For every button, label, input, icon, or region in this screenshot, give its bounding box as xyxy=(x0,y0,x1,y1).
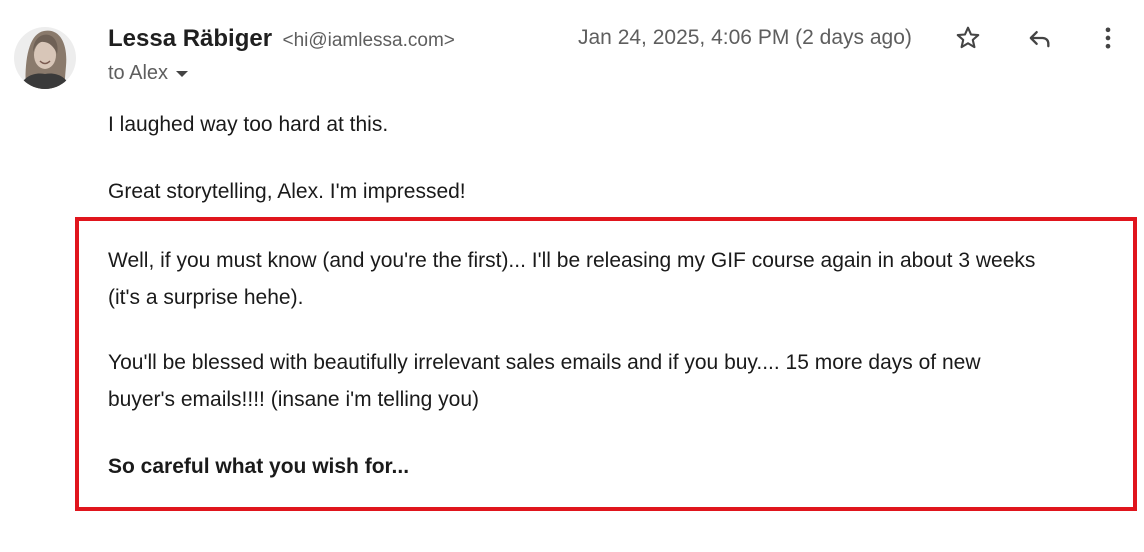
sender-name[interactable]: Lessa Räbiger xyxy=(108,25,272,52)
body-line: buyer's emails!!!! (insane i'm telling y… xyxy=(108,388,479,411)
star-icon xyxy=(954,24,982,57)
chevron-down-icon xyxy=(176,71,189,77)
avatar[interactable] xyxy=(14,22,76,92)
email-message: Lessa Räbiger <hi@iamlessa.com> Jan 24, … xyxy=(0,0,1144,552)
sender-info: Lessa Räbiger <hi@iamlessa.com> xyxy=(108,22,455,57)
more-options-button[interactable] xyxy=(1092,24,1124,56)
sender-email: <hi@iamlessa.com> xyxy=(282,30,455,51)
body-line: You'll be blessed with beautifully irrel… xyxy=(108,351,981,374)
recipient-details-toggle[interactable]: to Alex xyxy=(108,59,189,87)
body-line: Well, if you must know (and you're the f… xyxy=(108,249,1036,272)
more-vert-icon xyxy=(1094,24,1122,57)
body-line-bold: So careful what you wish for... xyxy=(108,455,410,478)
body-line: (it's a surprise hehe). xyxy=(108,286,304,309)
reply-icon xyxy=(1025,24,1053,57)
star-button[interactable] xyxy=(952,24,984,56)
body-line: I laughed way too hard at this. xyxy=(108,113,389,136)
reply-button[interactable] xyxy=(1023,24,1055,56)
body-line: Great storytelling, Alex. I'm impressed! xyxy=(108,180,466,203)
recipient-label: to Alex xyxy=(108,62,169,84)
message-date[interactable]: Jan 24, 2025, 4:06 PM (2 days ago) xyxy=(578,22,912,54)
